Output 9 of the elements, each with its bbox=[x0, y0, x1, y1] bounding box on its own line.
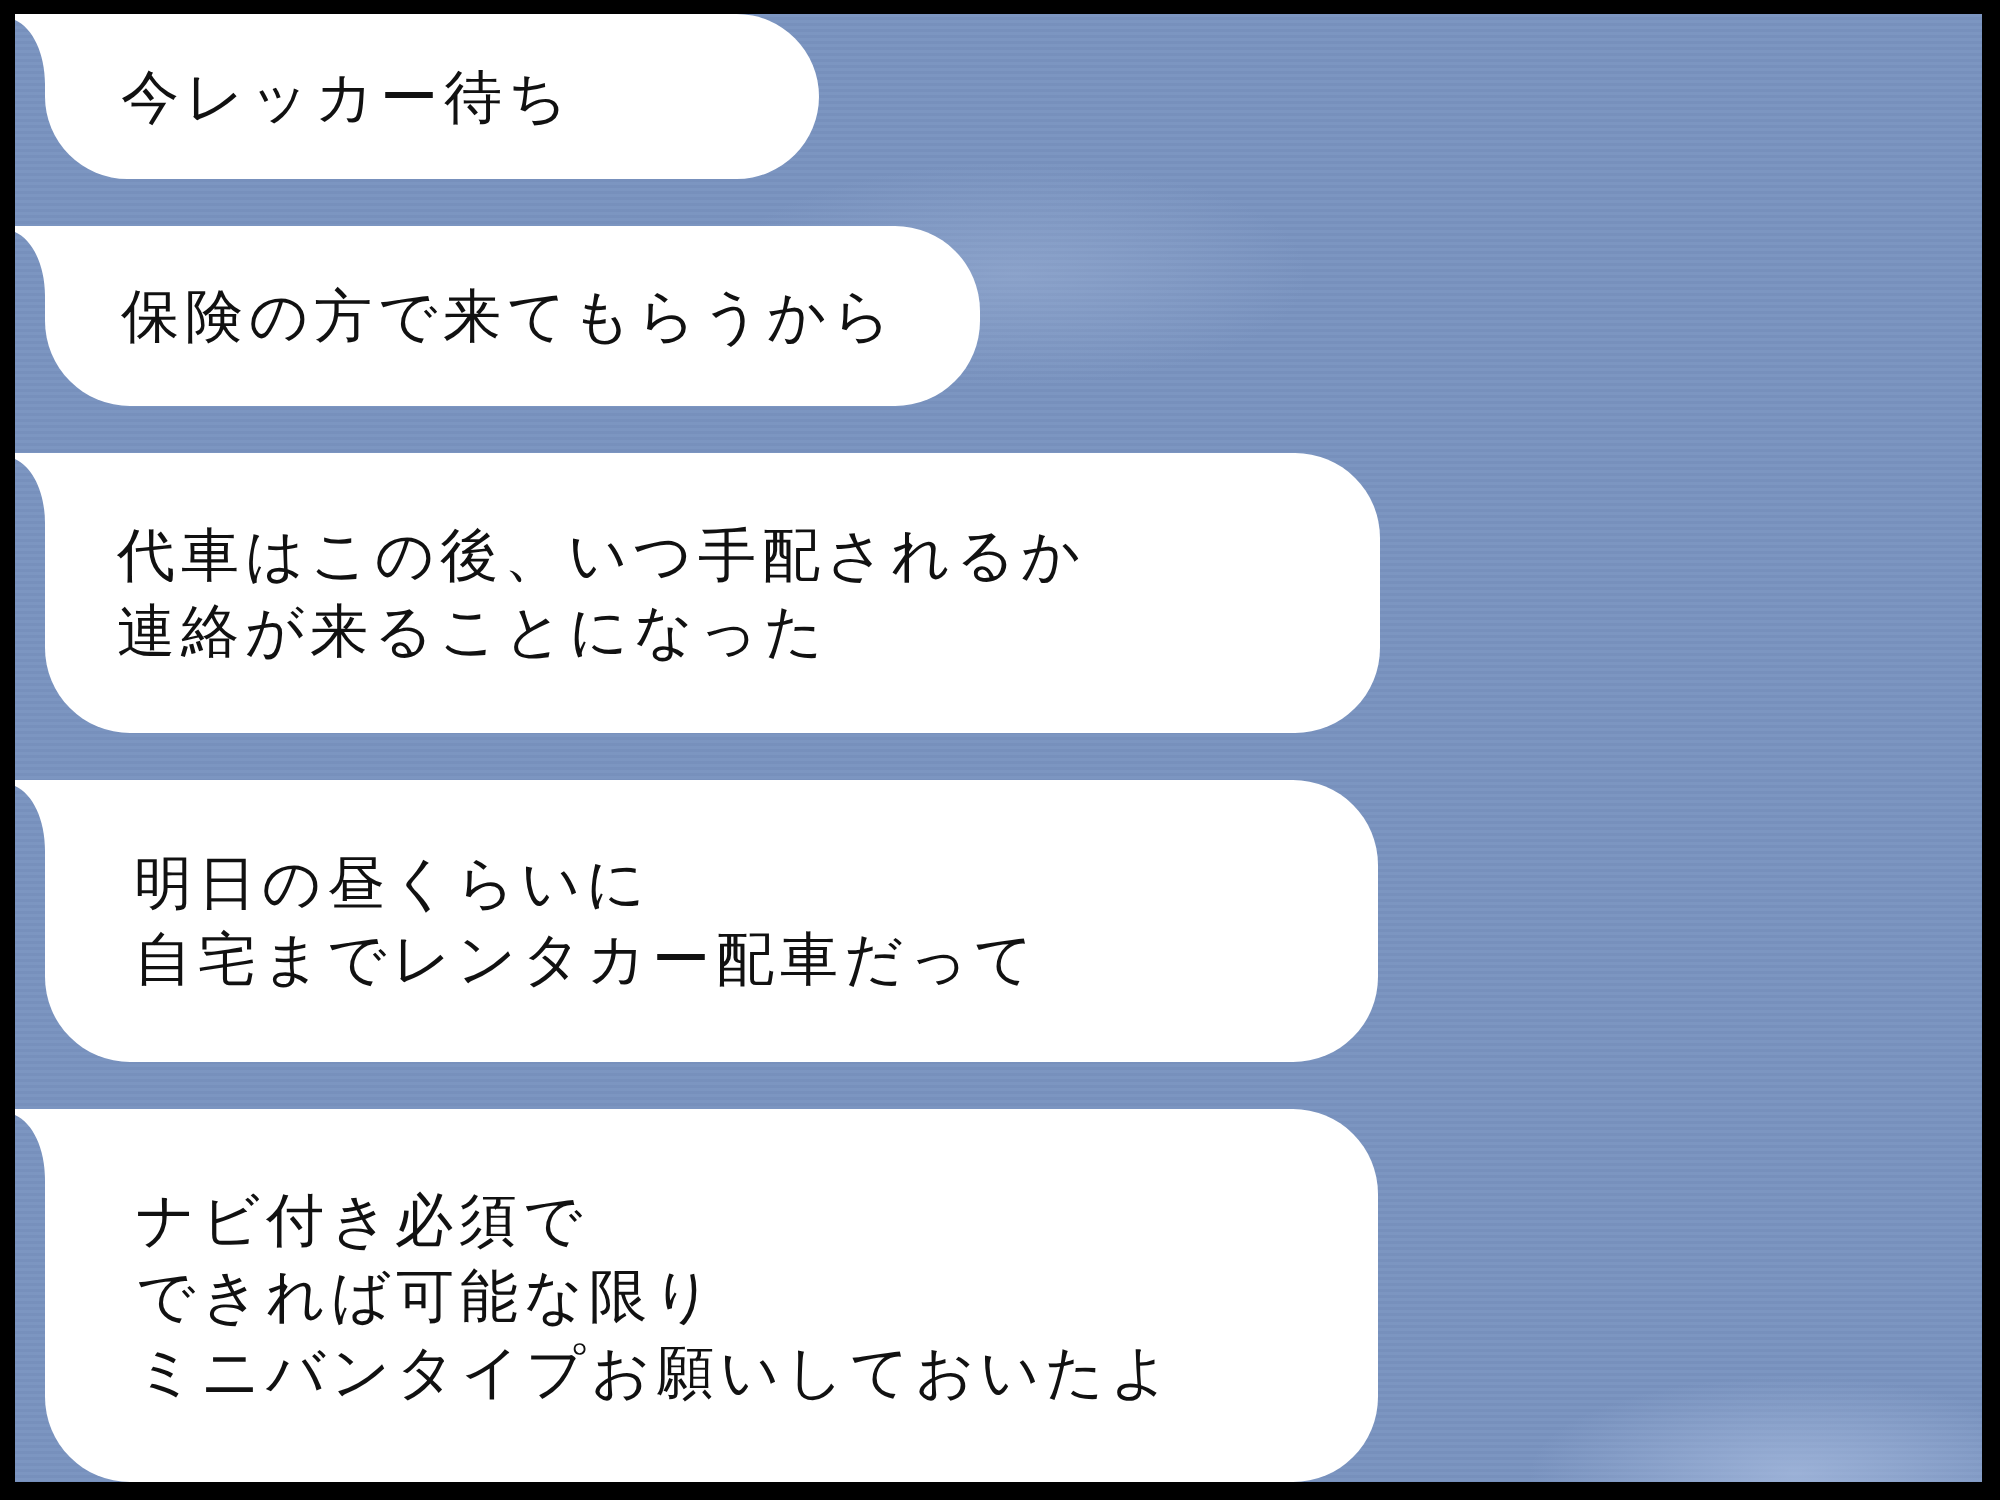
message-text: 自宅までレンタカー配車だって bbox=[134, 924, 1039, 995]
message-text: 明日の昼くらいに bbox=[134, 848, 651, 919]
message-text: 保険の方で来てもらうから bbox=[121, 281, 897, 352]
message-text: できれば可能な限り bbox=[136, 1260, 718, 1332]
message-text: 連絡が来ることになった bbox=[117, 596, 829, 667]
message-text: ミニバンタイプお願いしておいたよ bbox=[136, 1336, 1175, 1408]
message-text: 今レッカー待ち bbox=[121, 61, 573, 133]
message-text: ナビ付き必須で bbox=[136, 1184, 588, 1256]
message-text: 代車はこの後、いつ手配されるか bbox=[117, 520, 1086, 591]
